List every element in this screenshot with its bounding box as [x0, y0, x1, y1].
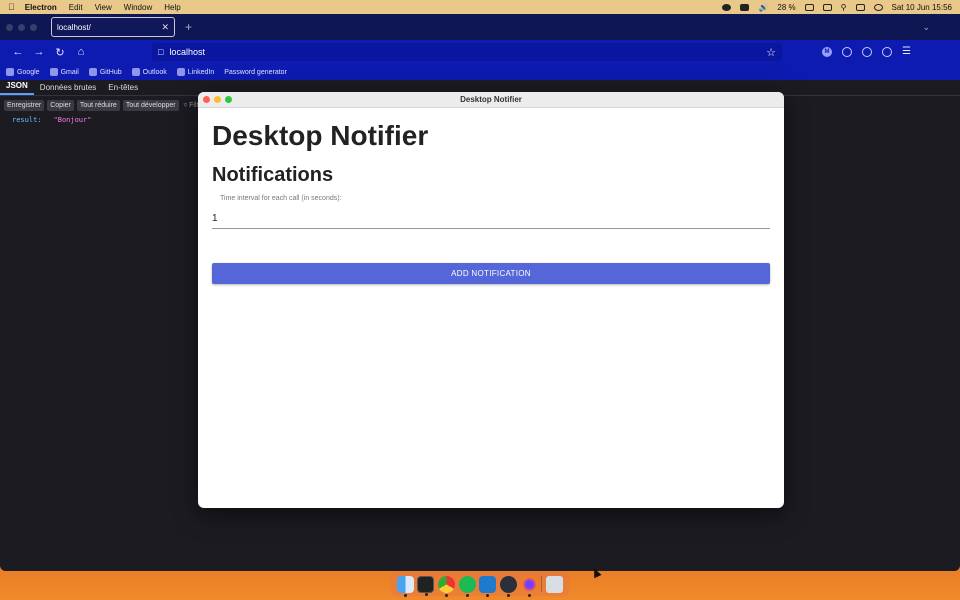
bookmark-label: Password generator	[224, 68, 287, 76]
page-title: Desktop Notifier	[212, 120, 429, 151]
tab-close-icon[interactable]: ✕	[161, 22, 169, 33]
menu-edit[interactable]: Edit	[69, 3, 83, 12]
reload-icon[interactable]: ↻	[50, 46, 70, 59]
save-button[interactable]: Enregistrer	[4, 99, 45, 111]
tab-title: localhost/	[57, 22, 91, 32]
macos-menubar:  Electron Edit View Window Help 🔊 28 % …	[0, 0, 960, 14]
bookmark-label: Gmail	[60, 68, 79, 76]
siri-icon[interactable]	[873, 3, 883, 11]
copy-button[interactable]: Copier	[47, 99, 74, 111]
expand-all-button[interactable]: Tout développer	[122, 99, 179, 111]
bookmark-outlook[interactable]: Outlook	[131, 68, 167, 76]
bookmarks-bar: Google Gmail GitHub Outlook LinkedIn Pas…	[0, 64, 960, 80]
firefox-icon[interactable]	[520, 575, 538, 597]
bookmark-label: Outlook	[142, 68, 167, 76]
trash-icon[interactable]	[546, 575, 564, 593]
apple-menu-icon[interactable]: 	[8, 2, 15, 12]
battery-icon[interactable]	[804, 3, 814, 11]
tab-json[interactable]: JSON	[0, 81, 34, 95]
outlook-icon	[131, 68, 140, 76]
clock[interactable]: Sat 10 Jun 15:56	[892, 3, 953, 12]
bookmark-star-icon[interactable]: ☆	[766, 46, 776, 59]
extension-alien-icon[interactable]	[862, 47, 872, 57]
url-bar[interactable]: □ localhost ☆	[152, 43, 782, 61]
interval-input[interactable]	[212, 211, 770, 229]
url-text: localhost	[169, 47, 205, 57]
app-window-title: Desktop Notifier	[460, 95, 522, 104]
shield-icon[interactable]	[842, 47, 852, 57]
forward-icon[interactable]: →	[29, 46, 49, 58]
close-icon[interactable]	[6, 23, 13, 31]
app-titlebar[interactable]: Desktop Notifier	[198, 92, 784, 108]
tab-headers[interactable]: En-têtes	[102, 83, 144, 95]
menu-help[interactable]: Help	[164, 3, 180, 12]
bookmark-linkedin[interactable]: LinkedIn	[176, 68, 215, 76]
search-icon[interactable]: ⚲	[841, 3, 847, 12]
volume-icon[interactable]: 🔊	[758, 3, 768, 12]
add-notification-button[interactable]: ADD NOTIFICATION	[212, 263, 770, 284]
chrome-icon[interactable]	[438, 575, 456, 597]
dock-separator	[541, 576, 543, 592]
app-body: Desktop Notifier Notifications Time inte…	[198, 108, 784, 296]
back-icon[interactable]: ←	[8, 46, 28, 58]
json-value: "Bonjour"	[53, 116, 92, 124]
bookmark-label: GitHub	[99, 68, 122, 76]
bookmark-gmail[interactable]: Gmail	[49, 68, 79, 76]
interval-label: Time interval for each call (in seconds)…	[220, 195, 342, 202]
keyboard-icon[interactable]	[740, 3, 750, 11]
spotify-icon[interactable]	[458, 575, 476, 597]
browser-traffic-lights	[6, 23, 37, 31]
control-center-icon[interactable]	[822, 3, 832, 11]
menu-view[interactable]: View	[95, 3, 112, 12]
menu-app-electron[interactable]: Electron	[25, 3, 57, 12]
tab-strip: localhost/ ✕ + ⌄	[0, 14, 960, 40]
minimize-icon[interactable]	[18, 23, 25, 31]
profile-m-icon[interactable]: M	[822, 47, 832, 57]
bookmark-label: LinkedIn	[187, 68, 215, 76]
collapse-all-button[interactable]: Tout réduire	[76, 99, 120, 111]
github-icon	[88, 68, 97, 76]
bookmark-github[interactable]: GitHub	[88, 68, 122, 76]
battery-percent: 28 %	[777, 2, 796, 12]
record-icon[interactable]	[722, 3, 732, 11]
nav-bar: ← → ↻ ⌂ □ localhost ☆ M ☰	[0, 40, 960, 64]
json-key: result:	[12, 116, 42, 124]
electron-icon[interactable]	[500, 575, 518, 597]
tab-raw-data[interactable]: Données brutes	[34, 83, 102, 95]
electron-app-window: Desktop Notifier Desktop Notifier Notifi…	[198, 92, 784, 508]
tab-localhost[interactable]: localhost/ ✕	[51, 17, 175, 37]
display-icon[interactable]	[855, 3, 865, 11]
bookmark-password-generator[interactable]: Password generator	[224, 69, 287, 76]
nav-right-icons: M ☰	[822, 47, 911, 57]
section-title: Notifications	[212, 164, 334, 186]
extensions-icon[interactable]	[882, 47, 892, 57]
hamburger-menu-icon[interactable]: ☰	[902, 47, 911, 57]
new-tab-icon[interactable]: +	[185, 20, 192, 34]
terminal-icon[interactable]	[417, 575, 435, 596]
vscode-icon[interactable]	[479, 575, 497, 597]
menu-window[interactable]: Window	[124, 3, 152, 12]
maximize-icon[interactable]	[30, 23, 37, 31]
linkedin-icon	[176, 68, 185, 76]
finder-icon[interactable]	[396, 575, 414, 597]
home-icon[interactable]: ⌂	[71, 46, 91, 58]
dock	[391, 572, 569, 597]
chevron-down-icon[interactable]: ⌄	[922, 22, 930, 33]
gmail-icon	[49, 68, 58, 76]
page-icon: □	[158, 47, 164, 57]
bookmark-label: Google	[17, 68, 40, 76]
google-icon	[6, 68, 14, 76]
bookmark-google[interactable]: Google	[6, 68, 40, 76]
